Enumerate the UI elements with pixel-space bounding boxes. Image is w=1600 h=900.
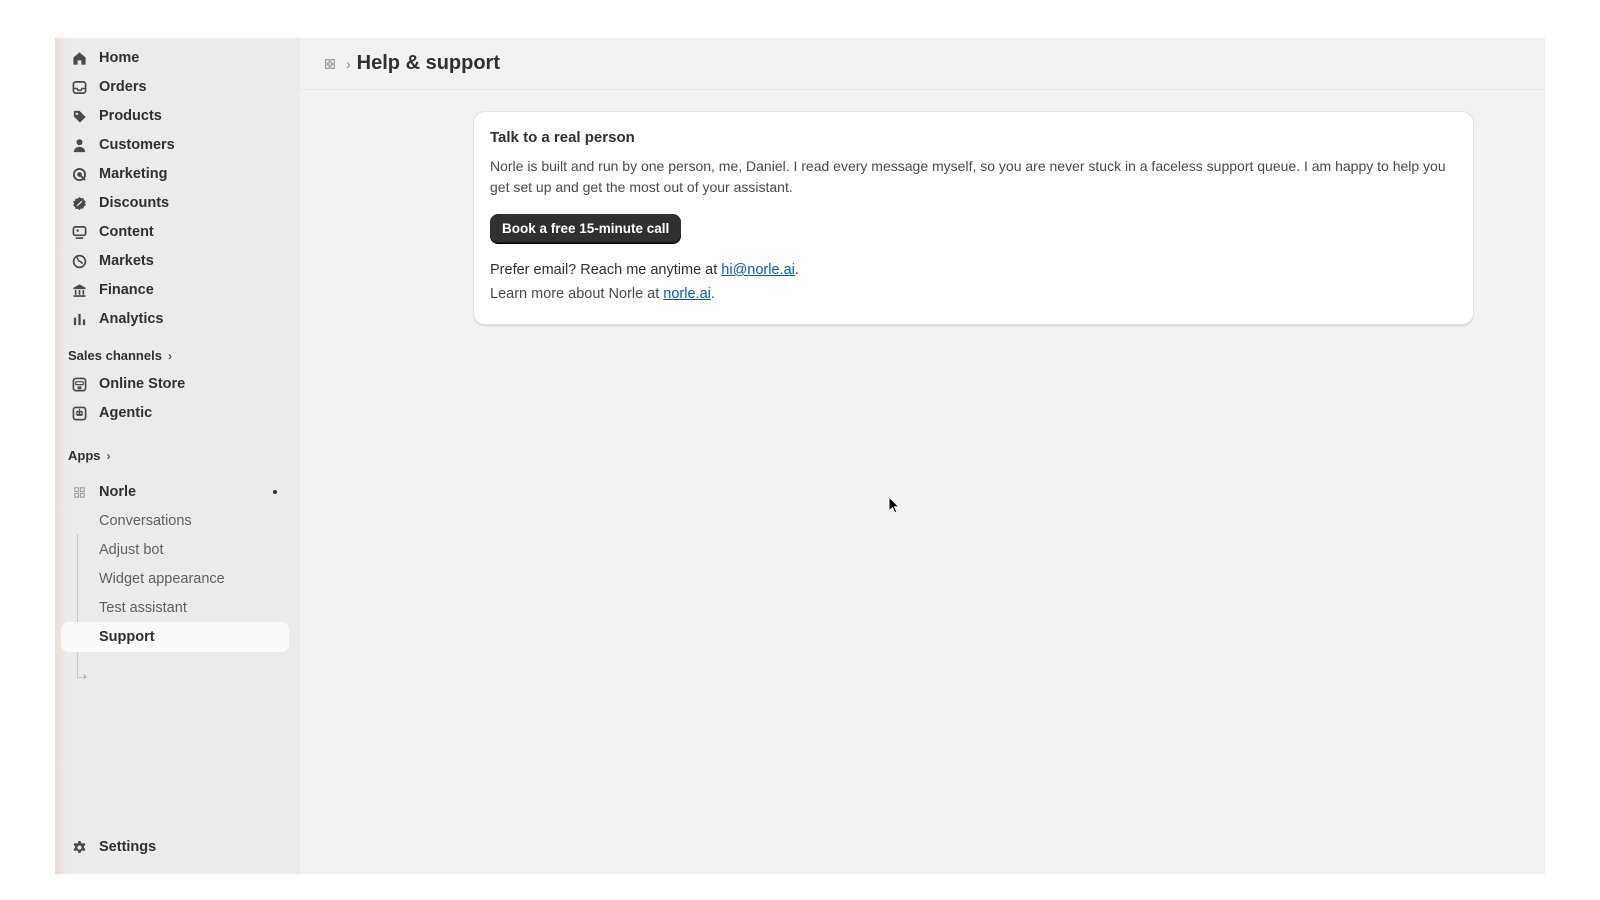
tree-arrow-icon: › — [83, 671, 87, 682]
book-call-button[interactable]: Book a free 15-minute call — [490, 214, 682, 243]
sales-channels-heading[interactable]: Sales channels › — [68, 348, 172, 363]
tag-icon — [71, 108, 87, 124]
sub-item-conversations[interactable]: Conversations — [61, 506, 289, 536]
nav-item-agentic[interactable]: Agentic — [61, 399, 289, 427]
nav-item-customers[interactable]: Customers — [61, 131, 289, 159]
card-body: Norle is built and run by one person, me… — [490, 158, 1446, 195]
learn-suffix: . — [710, 286, 715, 302]
mouse-cursor-icon — [888, 496, 900, 514]
nav-item-home[interactable]: Home — [61, 44, 289, 72]
sub-item-adjust-bot[interactable]: Adjust bot — [61, 535, 289, 565]
nav-item-orders[interactable]: Orders — [61, 73, 289, 101]
support-card: Talk to a real person Norle is built and… — [473, 111, 1474, 325]
nav-item-settings[interactable]: Settings — [61, 833, 289, 861]
nav-label: Finance — [99, 282, 154, 298]
home-icon — [71, 50, 87, 66]
nav-label: Agentic — [99, 405, 153, 421]
nav-item-online-store[interactable]: Online Store — [61, 370, 289, 398]
card-title: Talk to a real person — [490, 129, 635, 146]
app-grid-icon[interactable] — [322, 56, 338, 72]
page-header: › Help & support — [300, 38, 1545, 90]
agent-icon — [71, 405, 87, 421]
target-icon — [71, 166, 87, 182]
person-icon — [71, 137, 87, 153]
nav-item-content[interactable]: Content — [61, 218, 289, 246]
sidebar: Home Orders Products Customers Marketing… — [55, 38, 300, 874]
nav-label: Markets — [99, 253, 154, 269]
email-link[interactable]: hi@norle.ai — [721, 262, 795, 278]
learn-more-line: Learn more about Norle at norle.ai. — [490, 286, 1457, 302]
app-frame: Home Orders Products Customers Marketing… — [55, 38, 1545, 874]
apps-heading[interactable]: Apps › — [68, 448, 111, 463]
nav-label: Online Store — [99, 376, 186, 392]
discount-icon — [71, 195, 87, 211]
nav-label: Orders — [99, 79, 147, 95]
nav-label: Marketing — [99, 166, 168, 182]
nav-item-products[interactable]: Products — [61, 102, 289, 130]
nav-item-norle[interactable]: Norle — [61, 478, 289, 506]
nav-label: Norle — [99, 484, 137, 500]
nav-label: Content — [99, 224, 154, 240]
page-title: Help & support — [356, 52, 501, 74]
email-line: Prefer email? Reach me anytime at hi@nor… — [490, 262, 1457, 278]
inbox-icon — [71, 79, 87, 95]
nav-label: Products — [99, 108, 162, 124]
sub-item-support[interactable]: Support — [61, 622, 289, 652]
bank-icon — [71, 282, 87, 298]
store-icon — [71, 376, 87, 392]
section-label: Apps — [68, 448, 101, 463]
chevron-right-icon: › — [346, 55, 351, 72]
nav-item-markets[interactable]: Markets — [61, 247, 289, 275]
nav-item-discounts[interactable]: Discounts — [61, 189, 289, 217]
nav-item-analytics[interactable]: Analytics — [61, 305, 289, 333]
nav-label: Home — [99, 50, 140, 66]
sub-item-test-assistant[interactable]: Test assistant — [61, 593, 289, 623]
email-suffix: . — [794, 262, 799, 278]
content-icon — [71, 224, 87, 240]
app-status-dot — [273, 490, 277, 494]
nav-label: Discounts — [99, 195, 170, 211]
gear-icon — [71, 839, 87, 855]
main-content: › Help & support Talk to a real person N… — [300, 38, 1545, 874]
bar-chart-icon — [71, 311, 87, 327]
nav-label: Customers — [99, 137, 175, 153]
globe-icon — [71, 253, 87, 269]
nav-label: Settings — [99, 839, 157, 855]
sub-item-widget-appearance[interactable]: Widget appearance — [61, 564, 289, 594]
section-label: Sales channels — [68, 348, 162, 363]
nav-label: Analytics — [99, 311, 164, 327]
chevron-right-icon: › — [106, 448, 111, 463]
email-prefix: Prefer email? Reach me anytime at — [490, 262, 722, 278]
chevron-right-icon: › — [167, 348, 172, 363]
nav-item-finance[interactable]: Finance — [61, 276, 289, 304]
website-link[interactable]: norle.ai — [663, 286, 711, 302]
learn-prefix: Learn more about Norle at — [490, 286, 664, 302]
app-grid-icon — [71, 484, 87, 500]
nav-item-marketing[interactable]: Marketing — [61, 160, 289, 188]
